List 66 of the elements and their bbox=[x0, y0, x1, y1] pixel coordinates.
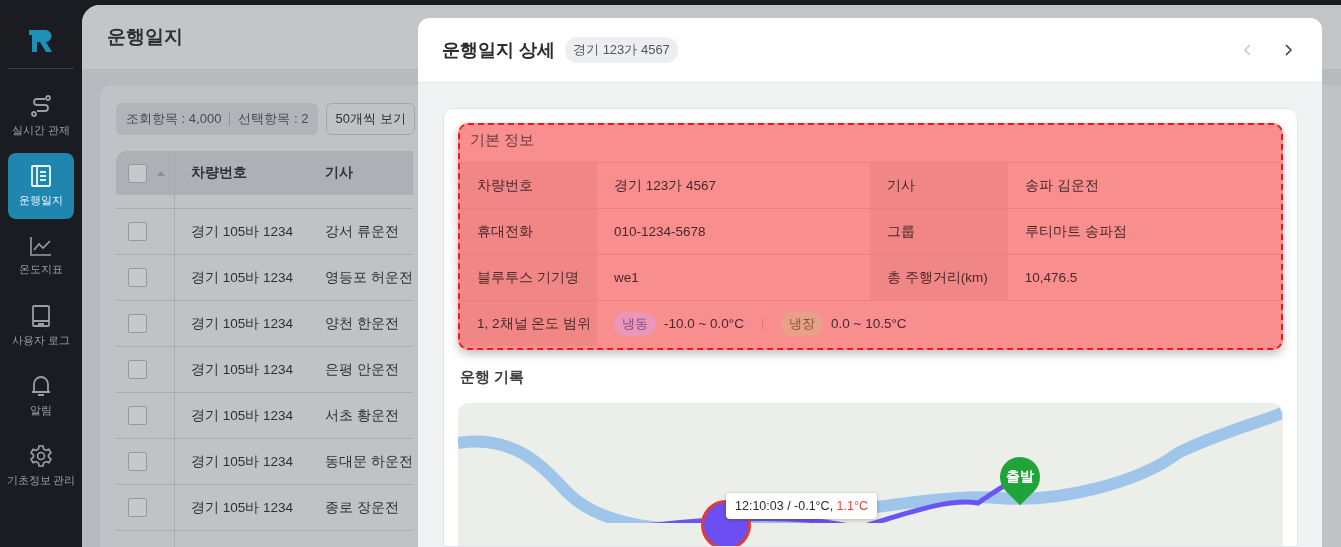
table-cell: 경기 105바 1234 bbox=[174, 438, 309, 485]
temperature-tag: 냉장 bbox=[781, 311, 823, 336]
sort-icon[interactable] bbox=[156, 170, 165, 176]
row-checkbox[interactable] bbox=[128, 314, 147, 333]
field-label: 기사 bbox=[870, 162, 1008, 209]
select-all-checkbox[interactable] bbox=[128, 163, 147, 183]
field-label: 휴대전화 bbox=[460, 208, 597, 255]
panel-title: 운행일지 상세 bbox=[442, 39, 555, 62]
sidebar-item[interactable]: 알림 bbox=[8, 363, 74, 429]
settings-icon bbox=[29, 444, 53, 468]
field-label: 차량번호 bbox=[460, 162, 597, 209]
row-checkbox[interactable] bbox=[128, 360, 147, 379]
map-placeholder[interactable]: 출발 12:10:03 / -0.1°C, 1.1°C bbox=[458, 403, 1283, 546]
start-label: 출발 bbox=[1005, 467, 1035, 486]
logo-icon bbox=[29, 30, 53, 52]
tablet-icon bbox=[31, 304, 51, 328]
page-size-dropdown[interactable]: 50개씩 보기 bbox=[326, 103, 415, 135]
table-cell: 양천 한운전 bbox=[309, 300, 413, 347]
field-label: 그룹 bbox=[870, 208, 1008, 255]
line-chart-icon bbox=[29, 235, 53, 257]
table-cell: 강서 류운전 bbox=[309, 208, 413, 255]
section-title: 기본 정보 bbox=[470, 131, 536, 150]
alert-temperature: 1.1°C bbox=[836, 499, 868, 513]
table-cell: 서초 황운전 bbox=[309, 392, 413, 439]
table-cell: 경기 105바 1234 bbox=[174, 300, 309, 347]
document-icon bbox=[30, 164, 52, 188]
temperature-range: 0.0 ~ 10.5°C bbox=[831, 316, 907, 331]
field-value: 루티마트 송파점 bbox=[1007, 208, 1281, 255]
tooltip-text: 12:10:03 / -0.1°C, bbox=[735, 499, 835, 513]
table-cell: 동대문 하운전 bbox=[309, 438, 413, 485]
total-count: 조회항목 : 4,000 bbox=[126, 110, 222, 128]
row-checkbox[interactable] bbox=[128, 498, 147, 517]
row-checkbox[interactable] bbox=[128, 222, 147, 241]
table-cell: 은평 안운전 bbox=[309, 346, 413, 393]
selected-count: 선택항목 : 2 bbox=[238, 110, 309, 128]
vehicle-badge: 경기 123가 4567 bbox=[565, 37, 678, 63]
sidebar-item[interactable]: 기초정보 관리 bbox=[8, 433, 74, 499]
table-cell: 경기 105바 1234 bbox=[174, 346, 309, 393]
field-value: 10,476.5 bbox=[1007, 254, 1281, 301]
table-cell: 경기 105바 1234 bbox=[174, 392, 309, 439]
table-cell: 경기 105바 1234 bbox=[174, 208, 309, 255]
sidebar-item[interactable]: 운행일지 bbox=[8, 153, 74, 219]
sidebar-item[interactable]: 실시간 관제 bbox=[8, 83, 74, 149]
field-label: 총 주행거리(km) bbox=[870, 254, 1008, 301]
table-cell: 경기 105바 1234 bbox=[174, 484, 309, 531]
field-value: 경기 123가 4567 bbox=[596, 162, 871, 209]
temperature-tag: 냉동 bbox=[613, 311, 656, 336]
column-header[interactable]: 기사 bbox=[309, 151, 413, 195]
row-checkbox[interactable] bbox=[128, 268, 147, 287]
field-value: we1 bbox=[596, 254, 871, 301]
bell-icon bbox=[30, 374, 52, 398]
row-checkbox[interactable] bbox=[128, 452, 147, 471]
field-label: 블루투스 기기명 bbox=[460, 254, 597, 301]
table-cell: 종로 장운전 bbox=[309, 484, 413, 531]
field-label: 1, 2채널 온도 범위 bbox=[460, 300, 597, 346]
table-cell: 영등포 허운전 bbox=[309, 254, 413, 301]
table-cell: 경기 105바 1234 bbox=[174, 254, 309, 301]
sidebar-item[interactable]: 온도지표 bbox=[8, 223, 74, 289]
temperature-range: -10.0 ~ 0.0°C bbox=[663, 316, 744, 331]
column-header[interactable]: 차량번호 bbox=[174, 151, 309, 195]
section-title: 운행 기록 bbox=[460, 368, 526, 387]
field-value: 010-1234-5678 bbox=[596, 208, 871, 255]
sidebar-item[interactable]: 사용자 로그 bbox=[8, 293, 74, 359]
row-checkbox[interactable] bbox=[128, 406, 147, 425]
field-value: 송파 김운전 bbox=[1007, 162, 1281, 209]
route-icon bbox=[29, 94, 53, 118]
